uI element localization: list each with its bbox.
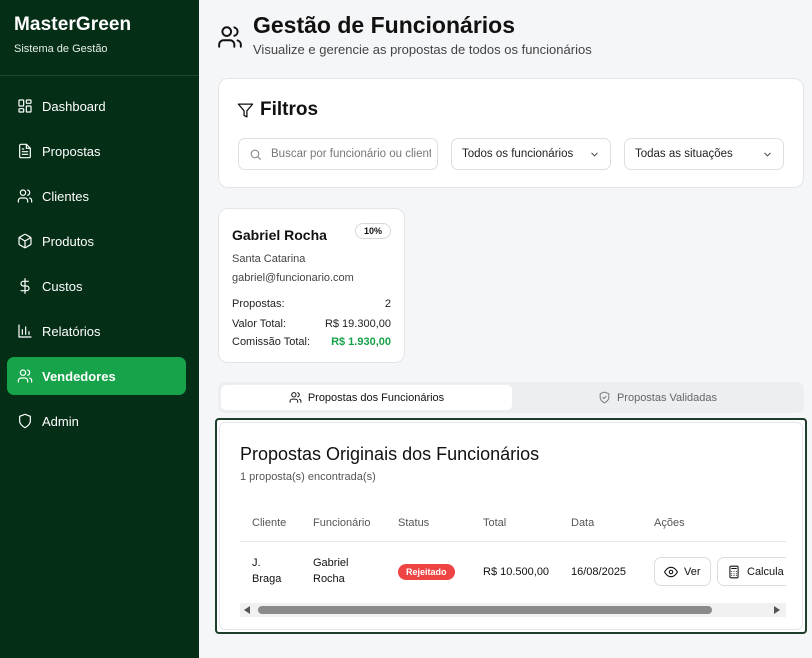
employee-region: Santa Catarina: [232, 253, 306, 265]
cell-total: R$ 10.500,00: [483, 566, 550, 578]
proposals-count: 1 proposta(s) encontrada(s): [240, 471, 376, 483]
page-title: Gestão de Funcionários: [253, 12, 515, 38]
status-select-value: Todas as situações: [635, 148, 733, 160]
sidebar-item-dashboard[interactable]: Dashboard: [7, 87, 186, 125]
commission-rate-badge: 10%: [354, 223, 391, 239]
view-button-label: Ver: [684, 565, 701, 578]
column-header-employee: Funcionário: [313, 517, 371, 529]
proposals-count-row: Propostas: 2: [232, 298, 391, 310]
proposals-label: Propostas:: [232, 298, 285, 310]
scroll-right-icon[interactable]: [774, 606, 780, 614]
users-icon: [217, 12, 243, 57]
sidebar-item-label: Relatórios: [42, 323, 101, 339]
proposals-title: Propostas Originais dos Funcionários: [240, 444, 540, 464]
employee-card[interactable]: Gabriel Rocha 10% Santa Catarina gabriel…: [218, 208, 405, 363]
sidebar-item-label: Propostas: [42, 143, 101, 159]
shield-icon: [16, 413, 33, 430]
sidebar-item-clientes[interactable]: Clientes: [7, 177, 186, 215]
employee-name-line: Rocha: [313, 573, 345, 585]
column-header-client: Cliente: [252, 517, 287, 529]
main-content: Gestão de Funcionários Visualize e geren…: [199, 0, 812, 658]
proposals-value: 2: [384, 298, 391, 310]
proposals-table: Cliente Funcionário Status Total Data Aç…: [240, 503, 786, 607]
proposals-panel: Propostas Originais dos Funcionários 1 p…: [215, 418, 807, 634]
sidebar-item-label: Admin: [42, 413, 79, 429]
tab-employee-proposals[interactable]: Propostas dos Funcionários: [221, 385, 512, 410]
scroll-thumb[interactable]: [258, 606, 712, 614]
employee-select-value: Todos os funcionários: [462, 148, 574, 160]
status-badge: Rejeitado: [398, 564, 455, 580]
sidebar-item-produtos[interactable]: Produtos: [7, 222, 186, 260]
page-subtitle: Visualize e gerencie as propostas de tod…: [253, 42, 592, 57]
tab-label: Propostas Validadas: [616, 391, 718, 404]
sidebar-item-label: Dashboard: [42, 98, 106, 114]
employee-select[interactable]: Todos os funcionários: [451, 138, 611, 170]
sidebar: MasterGreen Sistema de Gestão Dashboard …: [0, 0, 199, 658]
shield-check-icon: [599, 391, 610, 404]
filter-icon: [237, 102, 254, 118]
bar-chart-icon: [16, 323, 33, 340]
commission-total-row: Comissão Total: R$ 1.930,00: [232, 336, 391, 348]
employee-email: gabriel@funcionario.com: [232, 272, 354, 284]
header-divider: [240, 541, 786, 542]
sidebar-item-relatorios[interactable]: Relatórios: [7, 312, 186, 350]
users-icon: [16, 368, 33, 385]
sidebar-item-label: Vendedores: [42, 368, 116, 384]
sidebar-item-label: Custos: [42, 278, 83, 294]
sidebar-item-propostas[interactable]: Propostas: [7, 132, 186, 170]
total-label: Valor Total:: [232, 318, 287, 330]
total-value: R$ 19.300,00: [324, 318, 391, 330]
tab-validated-proposals[interactable]: Propostas Validadas: [512, 385, 803, 410]
view-button[interactable]: Ver: [654, 557, 711, 586]
users-icon: [16, 188, 33, 205]
cell-date: 16/08/2025: [571, 566, 627, 578]
employee-name-line: Gabriel: [313, 557, 349, 569]
sidebar-item-admin[interactable]: Admin: [7, 402, 186, 440]
column-header-total: Total: [483, 517, 507, 529]
filters-panel: Filtros Todos os funcionários Todas as s…: [218, 78, 804, 188]
scroll-left-icon[interactable]: [244, 606, 250, 614]
sidebar-item-label: Clientes: [42, 188, 89, 204]
sidebar-nav: Dashboard Propostas Clientes Produtos Cu…: [0, 76, 199, 440]
column-header-date: Data: [571, 517, 595, 529]
horizontal-scrollbar[interactable]: [240, 603, 786, 617]
column-header-status: Status: [398, 517, 430, 529]
chevron-down-icon: [764, 152, 771, 156]
client-name-line: J.: [252, 557, 261, 569]
eye-icon: [664, 566, 678, 577]
total-value-row: Valor Total: R$ 19.300,00: [232, 318, 391, 330]
client-name-line: Braga: [252, 573, 282, 585]
package-icon: [16, 233, 33, 250]
cell-employee: Gabriel Rocha: [313, 555, 348, 587]
dollar-icon: [16, 278, 33, 295]
brand-subtitle: Sistema de Gestão: [14, 43, 108, 55]
column-header-actions: Ações: [654, 517, 685, 529]
brand: MasterGreen Sistema de Gestão: [0, 0, 199, 76]
commission-label: Comissão Total:: [232, 336, 311, 348]
employee-name: Gabriel Rocha: [232, 227, 327, 243]
dashboard-icon: [16, 98, 33, 115]
sidebar-item-label: Produtos: [42, 233, 95, 249]
cell-client: J. Braga: [252, 555, 281, 587]
status-select[interactable]: Todas as situações: [624, 138, 784, 170]
users-icon: [289, 392, 302, 403]
filters-header: Filtros: [237, 99, 318, 121]
page-header: Gestão de Funcionários Visualize e geren…: [217, 12, 592, 57]
tabs: Propostas dos Funcionários Propostas Val…: [218, 382, 804, 413]
commission-value: R$ 1.930,00: [331, 336, 391, 348]
search-input[interactable]: [271, 148, 431, 160]
proposals-card: Propostas Originais dos Funcionários 1 p…: [219, 422, 803, 630]
sidebar-item-custos[interactable]: Custos: [7, 267, 186, 305]
document-icon: [16, 143, 33, 160]
sidebar-item-vendedores[interactable]: Vendedores: [7, 357, 186, 395]
brand-title: MasterGreen: [14, 14, 132, 35]
filters-title: Filtros: [260, 99, 319, 120]
calculate-button-label: Calcula: [747, 565, 784, 578]
chevron-down-icon: [591, 152, 598, 156]
calculator-icon: [729, 565, 739, 578]
tab-label: Propostas dos Funcionários: [307, 391, 445, 404]
calculate-button[interactable]: Calcula: [717, 557, 786, 586]
search-icon: [250, 149, 261, 160]
search-box[interactable]: [238, 138, 438, 170]
